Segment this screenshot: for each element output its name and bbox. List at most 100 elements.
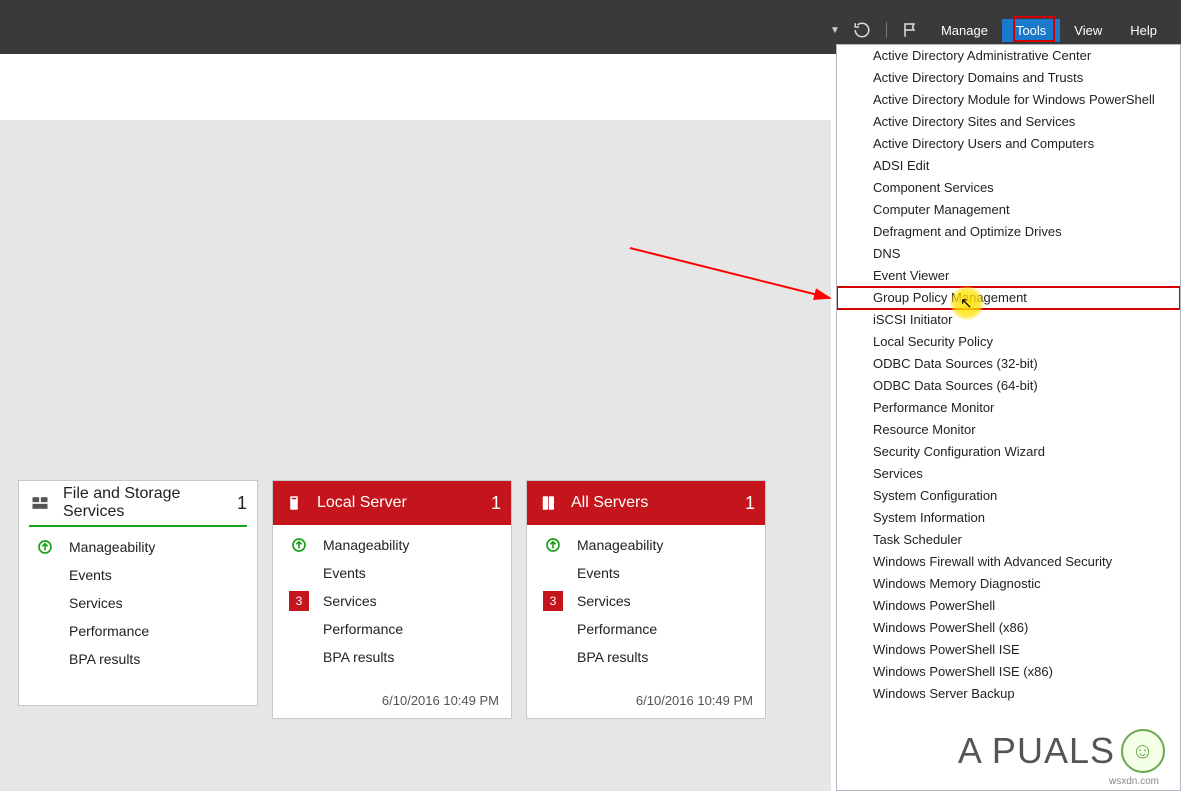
tile-body: Manageability Events 3 Services Performa… — [273, 525, 511, 677]
watermark-sub: wsxdn.com — [1109, 776, 1159, 787]
tools-menu-item[interactable]: Active Directory Users and Computers — [837, 133, 1180, 155]
tile-local-server[interactable]: Local Server 1 Manageability Events 3 Se… — [272, 480, 512, 719]
tools-menu-item[interactable]: Defragment and Optimize Drives — [837, 221, 1180, 243]
tile-row-label: Events — [69, 567, 112, 583]
tools-menu-item[interactable]: Windows Server Backup — [837, 683, 1180, 705]
tile-title: All Servers — [571, 494, 745, 512]
refresh-icon[interactable] — [850, 18, 874, 42]
tile-row-manageability[interactable]: Manageability — [273, 531, 511, 559]
tile-row-manageability[interactable]: Manageability — [527, 531, 765, 559]
flag-icon[interactable] — [899, 18, 923, 42]
tile-header[interactable]: All Servers 1 — [527, 481, 765, 525]
tools-menu-item[interactable]: DNS — [837, 243, 1180, 265]
tools-menu-item[interactable]: ADSI Edit — [837, 155, 1180, 177]
tile-row-bpa[interactable]: BPA results — [273, 643, 511, 671]
tools-menu-item[interactable]: Windows PowerShell ISE — [837, 639, 1180, 661]
tools-menu-item[interactable]: System Configuration — [837, 485, 1180, 507]
tools-menu-item[interactable]: Windows PowerShell (x86) — [837, 617, 1180, 639]
alert-badge: 3 — [543, 591, 563, 611]
tile-row-performance[interactable]: Performance — [273, 615, 511, 643]
tile-row-label: BPA results — [69, 651, 140, 667]
tools-menu-item[interactable]: Performance Monitor — [837, 397, 1180, 419]
tile-body: Manageability Events Services Performanc… — [19, 527, 257, 679]
tile-all-servers[interactable]: All Servers 1 Manageability Events 3 Ser… — [526, 480, 766, 719]
storage-icon — [29, 492, 51, 514]
tools-menu-item[interactable]: System Information — [837, 507, 1180, 529]
tile-row-events[interactable]: Events — [273, 559, 511, 587]
dropdown-arrow-icon[interactable]: ▼ — [824, 25, 846, 36]
tile-body: Manageability Events 3 Services Performa… — [527, 525, 765, 677]
tile-row-bpa[interactable]: BPA results — [527, 643, 765, 671]
tools-menu-item[interactable]: Active Directory Module for Windows Powe… — [837, 89, 1180, 111]
tile-footer: 6/10/2016 10:49 PM — [273, 677, 511, 718]
watermark-text: A PUALS — [958, 730, 1115, 772]
tools-menu-item[interactable]: Active Directory Administrative Center — [837, 45, 1180, 67]
tile-row-label: Manageability — [323, 537, 409, 553]
tools-menu-item[interactable]: Windows Firewall with Advanced Security — [837, 551, 1180, 573]
white-region — [0, 54, 831, 120]
tile-row-label: Events — [323, 565, 366, 581]
tile-row-events[interactable]: Events — [19, 561, 257, 589]
tile-row-label: BPA results — [323, 649, 394, 665]
server-icon — [283, 492, 305, 514]
tools-menu-item[interactable]: iSCSI Initiator — [837, 309, 1180, 331]
watermark: A PUALS ☺ — [958, 729, 1165, 773]
menu-manage[interactable]: Manage — [927, 19, 1002, 42]
tools-menu-item[interactable]: Windows Memory Diagnostic — [837, 573, 1180, 595]
tools-menu-item[interactable]: Group Policy Management — [837, 287, 1180, 309]
tile-file-storage[interactable]: File and Storage Services 1 Manageabilit… — [18, 480, 258, 706]
tile-row-label: Manageability — [577, 537, 663, 553]
tile-title: Local Server — [317, 494, 491, 512]
tools-dropdown-menu[interactable]: Active Directory Administrative CenterAc… — [836, 44, 1181, 791]
tile-row-manageability[interactable]: Manageability — [19, 533, 257, 561]
tools-menu-item[interactable]: Active Directory Domains and Trusts — [837, 67, 1180, 89]
tile-row-bpa[interactable]: BPA results — [19, 645, 257, 673]
menu-strip: ▼ Manage Tools View Help — [824, 18, 1171, 42]
menu-separator — [886, 22, 887, 38]
servers-icon — [537, 492, 559, 514]
tile-count: 1 — [491, 493, 501, 514]
tile-row-performance[interactable]: Performance — [19, 617, 257, 645]
tools-menu-item[interactable]: Local Security Policy — [837, 331, 1180, 353]
tools-menu-item[interactable]: Task Scheduler — [837, 529, 1180, 551]
menu-help[interactable]: Help — [1116, 19, 1171, 42]
tools-menu-item[interactable]: Windows PowerShell — [837, 595, 1180, 617]
tools-menu-item[interactable]: ODBC Data Sources (32-bit) — [837, 353, 1180, 375]
tile-row-label: Services — [577, 593, 631, 609]
tile-header[interactable]: File and Storage Services 1 — [19, 481, 257, 525]
tile-count: 1 — [237, 493, 247, 514]
tools-menu-item[interactable]: Resource Monitor — [837, 419, 1180, 441]
tools-menu-item[interactable]: Event Viewer — [837, 265, 1180, 287]
tile-row-label: Events — [577, 565, 620, 581]
tile-footer — [19, 679, 257, 705]
tile-row-events[interactable]: Events — [527, 559, 765, 587]
watermark-logo-icon: ☺ — [1121, 729, 1165, 773]
tools-menu-item[interactable]: Windows PowerShell ISE (x86) — [837, 661, 1180, 683]
tile-row-services[interactable]: Services — [19, 589, 257, 617]
alert-badge: 3 — [289, 591, 309, 611]
tile-row-services[interactable]: 3 Services — [273, 587, 511, 615]
tile-row-services[interactable]: 3 Services — [527, 587, 765, 615]
tile-row-label: Performance — [69, 623, 149, 639]
tools-menu-item[interactable]: ODBC Data Sources (64-bit) — [837, 375, 1180, 397]
tile-row-label: Manageability — [69, 539, 155, 555]
tools-menu-item[interactable]: Component Services — [837, 177, 1180, 199]
tools-menu-item[interactable]: Services — [837, 463, 1180, 485]
tile-row-label: Services — [323, 593, 377, 609]
tile-row-label: Performance — [577, 621, 657, 637]
tile-row-performance[interactable]: Performance — [527, 615, 765, 643]
tools-menu-item[interactable]: Computer Management — [837, 199, 1180, 221]
tools-menu-item[interactable]: Active Directory Sites and Services — [837, 111, 1180, 133]
tools-menu-item[interactable]: Security Configuration Wizard — [837, 441, 1180, 463]
tile-count: 1 — [745, 493, 755, 514]
menu-tools[interactable]: Tools — [1002, 19, 1060, 42]
tile-title: File and Storage Services — [63, 485, 237, 520]
tile-header[interactable]: Local Server 1 — [273, 481, 511, 525]
manageability-icon — [289, 535, 309, 555]
tile-row-label: Performance — [323, 621, 403, 637]
menu-view[interactable]: View — [1060, 19, 1116, 42]
manageability-icon — [543, 535, 563, 555]
tile-footer: 6/10/2016 10:49 PM — [527, 677, 765, 718]
manageability-icon — [35, 537, 55, 557]
tile-row-label: BPA results — [577, 649, 648, 665]
